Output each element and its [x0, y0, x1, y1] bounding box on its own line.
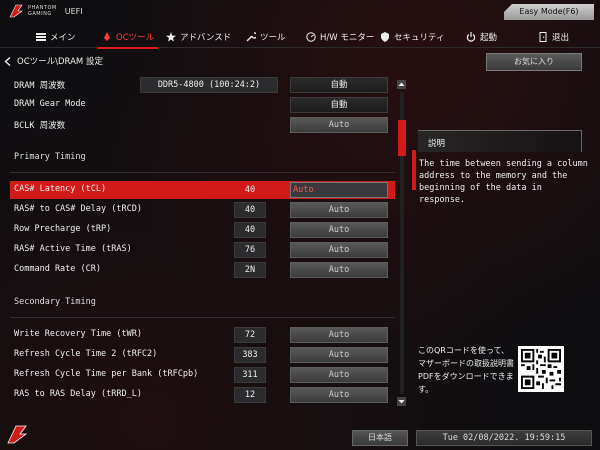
- section-secondary-timing: Secondary Timing: [14, 297, 96, 307]
- section-primary-timing: Primary Timing: [14, 152, 86, 162]
- tab-security[interactable]: セキュリティ: [380, 26, 445, 48]
- setting-trfcpb[interactable]: Refresh Cycle Time per Bank (tRFCpb) 311…: [10, 366, 395, 384]
- datetime-display: Tue 02/08/2022. 19:59:15: [416, 430, 592, 446]
- tab-tools-label: ツール: [260, 33, 286, 43]
- exit-door-icon: [539, 32, 547, 42]
- breadcrumb: OCツール\DRAM 設定: [4, 55, 103, 67]
- tab-exit-label: 退出: [552, 33, 570, 43]
- power-icon: [466, 32, 476, 42]
- setting-value: 383: [234, 347, 266, 363]
- tab-security-label: セキュリティ: [394, 33, 445, 43]
- setting-command-rate[interactable]: Command Rate (CR) 2N Auto: [10, 261, 395, 279]
- setting-trfc2[interactable]: Refresh Cycle Time 2 (tRFC2) 383 Auto: [10, 346, 395, 364]
- setting-option-field[interactable]: Auto: [290, 367, 388, 383]
- tab-hw-monitor-label: H/W モニター: [320, 33, 375, 43]
- tab-main[interactable]: メイン: [36, 26, 76, 48]
- setting-option-field[interactable]: Auto: [290, 182, 388, 198]
- monitor-gauge-icon: [306, 32, 316, 42]
- tab-advanced[interactable]: アドバンスド: [166, 26, 231, 48]
- setting-bclk-frequency[interactable]: BCLK 周波数 Auto: [10, 116, 395, 134]
- section-divider: [10, 317, 395, 318]
- setting-value: DDR5-4800 (100:24:2): [140, 77, 278, 93]
- tab-tools[interactable]: ツール: [246, 26, 286, 48]
- help-accent-bar: [412, 150, 416, 190]
- setting-option-dropdown[interactable]: 自動: [290, 77, 388, 93]
- phantom-gaming-logo-icon: [9, 4, 23, 18]
- setting-value: 76: [234, 242, 266, 258]
- tab-oc-tools-label: OCツール: [116, 33, 155, 43]
- setting-option-field[interactable]: Auto: [290, 327, 388, 343]
- brand-logo: PHANTOM GAMING UEFI: [8, 4, 83, 18]
- setting-trrd[interactable]: RAS to RAS Delay (tRRD_L) 12 Auto: [10, 386, 395, 404]
- easy-mode-button[interactable]: Easy Mode(F6): [504, 4, 594, 20]
- setting-dram-frequency[interactable]: DRAM 周波数 DDR5-4800 (100:24:2) 自動: [10, 76, 395, 94]
- star-icon: [166, 32, 176, 42]
- tab-hw-monitor[interactable]: H/W モニター: [306, 26, 374, 48]
- scroll-down-arrow-icon[interactable]: [397, 397, 406, 406]
- setting-value: 40: [234, 182, 266, 198]
- setting-trcd[interactable]: RAS# to CAS# Delay (tRCD) 40 Auto: [10, 201, 395, 219]
- setting-cas-latency[interactable]: CAS# Latency (tCL) 40 Auto: [10, 181, 395, 199]
- setting-option-field[interactable]: Auto: [290, 262, 388, 278]
- setting-tras[interactable]: RAS# Active Time (tRAS) 76 Auto: [10, 241, 395, 259]
- setting-label: DRAM 周波数: [14, 81, 66, 91]
- setting-label: Refresh Cycle Time per Bank (tRFCpb): [14, 369, 199, 379]
- qr-description: このQRコードを使って、マザーボードの取扱説明書PDFをダウンロードできます。: [418, 346, 514, 394]
- setting-value: 40: [234, 222, 266, 238]
- section-divider: [10, 172, 395, 173]
- setting-label: RAS to RAS Delay (tRRD_L): [14, 389, 142, 399]
- setting-option-field[interactable]: Auto: [290, 202, 388, 218]
- tab-exit[interactable]: 退出: [538, 26, 569, 48]
- setting-label: Refresh Cycle Time 2 (tRFC2): [14, 349, 158, 359]
- uefi-screen: PHANTOM GAMING UEFI Easy Mode(F6) メイン OC…: [0, 0, 600, 450]
- tab-main-label: メイン: [50, 33, 76, 43]
- setting-label: CAS# Latency (tCL): [14, 184, 107, 194]
- setting-value: 12: [234, 387, 266, 403]
- tab-advanced-label: アドバンスド: [180, 33, 232, 43]
- setting-option-field[interactable]: Auto: [290, 117, 388, 133]
- breadcrumb-text: OCツール\DRAM 設定: [17, 57, 103, 67]
- brand-line-2: GAMING: [28, 11, 52, 17]
- setting-option-field[interactable]: Auto: [290, 242, 388, 258]
- shield-icon: [381, 32, 389, 42]
- setting-value: 72: [234, 327, 266, 343]
- setting-value: 40: [234, 202, 266, 218]
- phantom-gaming-footer-logo-icon: [7, 425, 28, 444]
- setting-label: RAS# Active Time (tRAS): [14, 244, 132, 254]
- scroll-thumb[interactable]: [398, 120, 406, 156]
- language-button[interactable]: 日本語: [352, 430, 408, 446]
- setting-option-field[interactable]: Auto: [290, 387, 388, 403]
- setting-value: 311: [234, 367, 266, 383]
- wrench-icon: [246, 32, 256, 42]
- favorite-button[interactable]: お気に入り: [486, 53, 582, 71]
- help-panel-title: 説明: [418, 130, 582, 152]
- setting-option-field[interactable]: Auto: [290, 347, 388, 363]
- rocket-icon: [104, 32, 110, 41]
- scroll-up-arrow-icon[interactable]: [397, 80, 406, 89]
- setting-label: Command Rate (CR): [14, 264, 101, 274]
- setting-value: 2N: [234, 262, 266, 278]
- setting-dram-gear-mode[interactable]: DRAM Gear Mode 自動: [10, 96, 395, 114]
- setting-label: DRAM Gear Mode: [14, 99, 86, 109]
- setting-option-dropdown[interactable]: 自動: [290, 97, 388, 113]
- settings-scrollbar[interactable]: [397, 80, 407, 406]
- back-arrow-icon[interactable]: [4, 56, 11, 66]
- tab-oc-tools[interactable]: OCツール: [97, 26, 159, 49]
- setting-trp[interactable]: Row Precharge (tRP) 40 Auto: [10, 221, 395, 239]
- setting-label: Write Recovery Time (tWR): [14, 329, 142, 339]
- setting-label: BCLK 周波数: [14, 121, 66, 131]
- setting-twr[interactable]: Write Recovery Time (tWR) 72 Auto: [10, 326, 395, 344]
- setting-option-field[interactable]: Auto: [290, 222, 388, 238]
- main-tabs: メイン OCツール アドバンスド ツール H/W モニター セキュリティ 起動: [0, 26, 600, 49]
- uefi-label: UEFI: [64, 6, 83, 16]
- tab-boot-label: 起動: [480, 33, 498, 43]
- tab-boot[interactable]: 起動: [466, 26, 497, 48]
- help-description: The time between sending a column addres…: [419, 159, 588, 205]
- grid-menu-icon: [36, 33, 46, 41]
- top-bar: PHANTOM GAMING UEFI Easy Mode(F6): [0, 0, 600, 26]
- setting-label: Row Precharge (tRP): [14, 224, 112, 234]
- qr-code-icon: [518, 346, 564, 392]
- setting-label: RAS# to CAS# Delay (tRCD): [14, 204, 142, 214]
